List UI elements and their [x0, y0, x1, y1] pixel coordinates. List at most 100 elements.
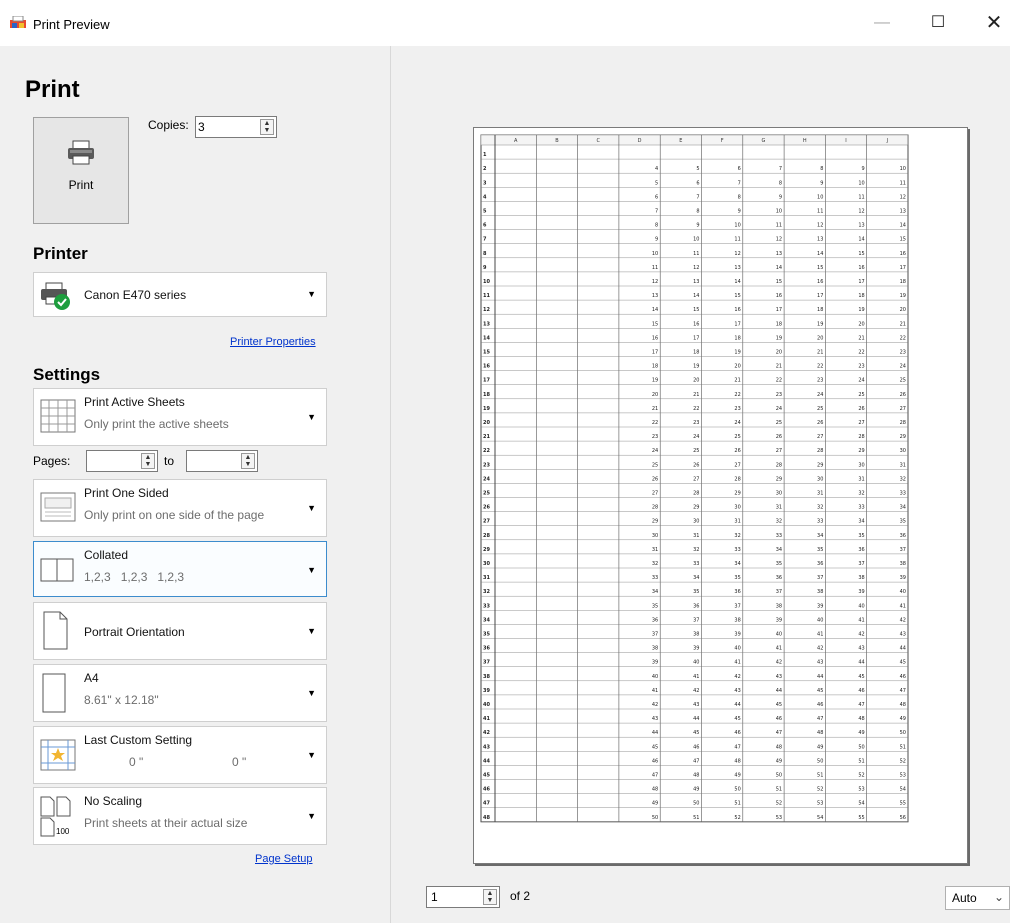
preview-cell-value: 46 — [858, 688, 864, 694]
page-setup-link[interactable]: Page Setup — [255, 853, 313, 865]
preview-cell-value: 8 — [655, 223, 658, 229]
preview-cell-value: 40 — [900, 589, 906, 595]
preview-cell-value: 17 — [734, 321, 740, 327]
preview-cell-value: 19 — [900, 293, 906, 299]
preview-cell-value: 45 — [693, 730, 699, 736]
printer-heading: Printer — [33, 244, 88, 263]
print-button-label: Print — [68, 178, 94, 192]
preview-cell-value: 25 — [817, 406, 823, 412]
pages-to-spin-buttons[interactable]: ▲ ▼ — [241, 453, 255, 469]
preview-cell-value: 52 — [817, 787, 823, 793]
preview-cell-value: 13 — [734, 265, 740, 271]
preview-cell-value: 37 — [817, 575, 823, 581]
pages-to-stepper[interactable]: ▲ ▼ — [186, 450, 258, 472]
collation-dropdown[interactable]: Collated 1,2,3 1,2,3 1,2,3 ▼ — [33, 541, 327, 597]
preview-cell-value: 10 — [900, 166, 906, 172]
preview-cell-value: 50 — [693, 801, 699, 807]
preview-cell-value: 50 — [734, 787, 740, 793]
orientation-dropdown[interactable]: Portrait Orientation ▼ — [33, 602, 327, 660]
preview-cell-value: 38 — [858, 575, 864, 581]
print-settings-panel: Print Print Copies: ▲▼ Printer Canon E47… — [0, 46, 391, 923]
preview-cell-value: 15 — [900, 237, 906, 243]
sides-title: Print One Sided — [84, 486, 169, 500]
preview-row-header: 25 — [483, 491, 490, 497]
printer-dropdown[interactable]: Canon E470 series ▼ — [33, 272, 327, 317]
preview-row-header: 12 — [483, 307, 490, 313]
preview-cell-value: 31 — [817, 491, 823, 497]
print-button[interactable]: Print — [33, 117, 129, 224]
preview-row-header: 43 — [483, 744, 490, 750]
chevron-down-icon: ▼ — [307, 412, 316, 422]
preview-row-header: 5 — [483, 209, 487, 215]
preview-row-header: 37 — [483, 660, 490, 666]
preview-cell-value: 22 — [900, 335, 906, 341]
maximize-button[interactable]: ☐ — [918, 8, 958, 38]
minimize-button[interactable]: — — [862, 8, 902, 38]
window-title: Print Preview — [33, 17, 110, 32]
preview-row-header: 40 — [483, 702, 490, 708]
paper-size-subtitle: 8.61" x 12.18" — [84, 693, 159, 707]
preview-row-header: 6 — [483, 223, 487, 229]
pages-from-stepper[interactable]: ▲ ▼ — [86, 450, 158, 472]
close-button[interactable]: ✕ — [974, 8, 1010, 38]
copies-spin-buttons[interactable]: ▲ ▼ — [260, 119, 274, 135]
preview-cell-value: 51 — [858, 758, 864, 764]
print-what-dropdown[interactable]: Print Active Sheets Only print the activ… — [33, 388, 327, 446]
preview-cell-value: 35 — [693, 589, 699, 595]
preview-cell-value: 34 — [900, 505, 906, 511]
preview-cell-value: 54 — [858, 801, 864, 807]
preview-cell-value: 14 — [652, 307, 658, 313]
margins-dropdown[interactable]: Last Custom Setting 0 " 0 " ▼ — [33, 726, 327, 784]
preview-column-header: A — [514, 138, 518, 144]
preview-cell-value: 42 — [900, 617, 906, 623]
margins-left-value: 0 " — [129, 755, 144, 769]
preview-cell-value: 45 — [858, 674, 864, 680]
copies-input[interactable] — [198, 119, 254, 135]
preview-cell-value: 43 — [693, 702, 699, 708]
preview-cell-value: 34 — [693, 575, 699, 581]
preview-cell-value: 21 — [900, 321, 906, 327]
preview-cell-value: 48 — [734, 758, 740, 764]
preview-cell-value: 14 — [776, 265, 782, 271]
preview-cell-value: 49 — [858, 730, 864, 736]
preview-cell-value: 11 — [734, 237, 740, 243]
margins-title: Last Custom Setting — [84, 733, 193, 747]
chevron-down-icon: ▼ — [307, 503, 316, 513]
preview-cell-value: 20 — [776, 350, 782, 356]
preview-cell-value: 10 — [858, 180, 864, 186]
preview-cell-value: 36 — [652, 617, 658, 623]
preview-cell-value: 51 — [693, 815, 699, 821]
preview-cell-value: 16 — [776, 293, 782, 299]
preview-row-header: 1 — [483, 152, 487, 158]
preview-cell-value: 29 — [652, 519, 658, 525]
preview-cell-value: 10 — [652, 251, 658, 257]
pages-from-spin-buttons[interactable]: ▲ ▼ — [141, 453, 155, 469]
zoom-select[interactable]: Auto ⌄ — [945, 886, 1010, 910]
page-number-stepper[interactable]: 1 ▲ ▼ — [426, 886, 500, 908]
preview-cell-value: 41 — [858, 617, 864, 623]
preview-cell-value: 43 — [858, 646, 864, 652]
preview-cell-value: 17 — [900, 265, 906, 271]
preview-cell-value: 7 — [655, 209, 658, 215]
preview-row-header: 8 — [483, 251, 487, 257]
preview-cell-value: 47 — [652, 773, 658, 779]
preview-cell-value: 47 — [858, 702, 864, 708]
custom-margins-icon — [40, 739, 76, 771]
preview-cell-value: 28 — [734, 476, 740, 482]
preview-row-header: 44 — [483, 758, 490, 764]
preview-cell-value: 53 — [900, 773, 906, 779]
preview-cell-value: 11 — [776, 223, 782, 229]
printer-properties-link[interactable]: Printer Properties — [230, 336, 316, 348]
preview-cell-value: 44 — [693, 716, 699, 722]
preview-row-header: 15 — [483, 350, 490, 356]
copies-stepper[interactable]: ▲▼ — [195, 116, 277, 138]
preview-cell-value: 23 — [817, 378, 823, 384]
preview-row-header: 10 — [483, 279, 490, 285]
sides-dropdown[interactable]: Print One Sided Only print on one side o… — [33, 479, 327, 537]
scaling-dropdown[interactable]: 100 No Scaling Print sheets at their act… — [33, 787, 327, 845]
preview-row-header: 20 — [483, 420, 490, 426]
preview-cell-value: 35 — [900, 519, 906, 525]
page-number-spin-buttons[interactable]: ▲ ▼ — [483, 889, 497, 905]
paper-size-dropdown[interactable]: A4 8.61" x 12.18" ▼ — [33, 664, 327, 722]
preview-cell-value: 12 — [858, 209, 864, 215]
